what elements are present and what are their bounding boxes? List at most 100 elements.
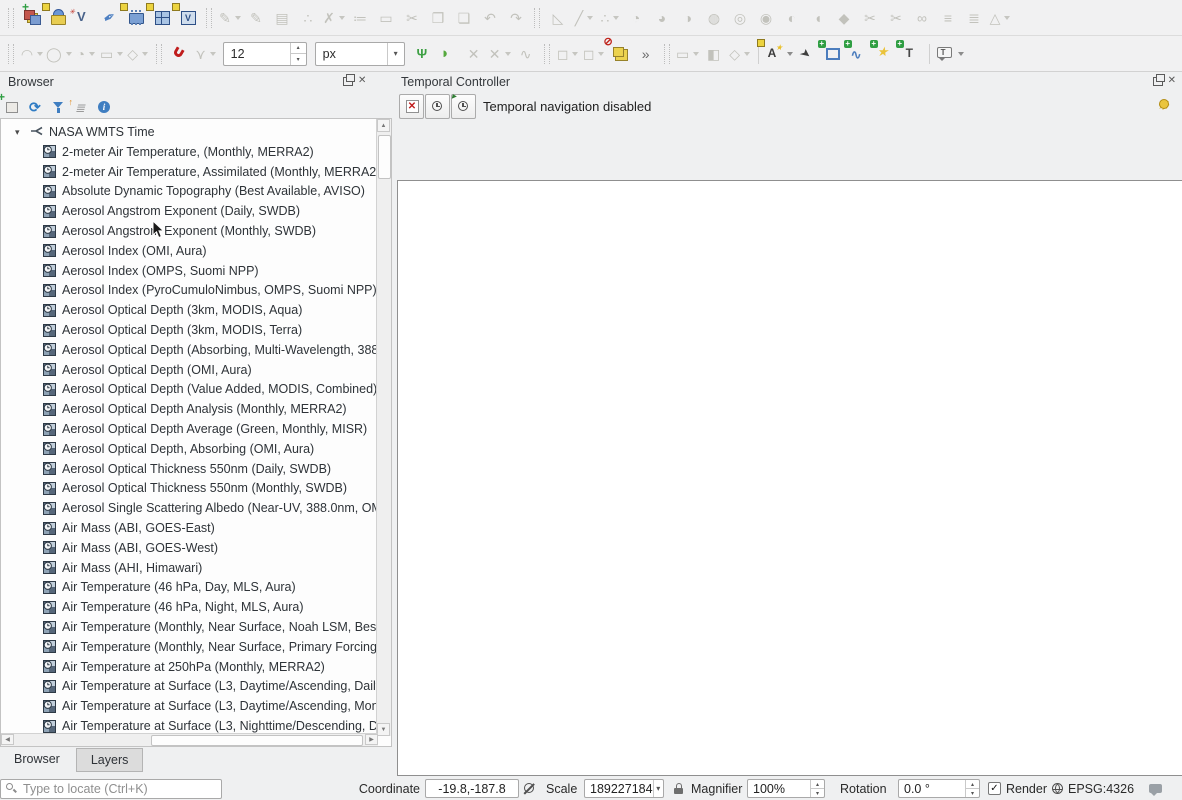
dropdown-caret-icon[interactable]	[37, 51, 44, 56]
tree-item-layer[interactable]: Aerosol Index (PyroCumuloNimbus, OMPS, S…	[1, 281, 379, 301]
toolbar-handle[interactable]	[663, 43, 670, 64]
dropdown-caret-icon[interactable]	[504, 51, 511, 56]
toolbar-handle[interactable]	[8, 7, 14, 28]
new-geopackage-layer-icon[interactable]	[98, 5, 122, 31]
split-features-icon[interactable]: ✂	[858, 5, 882, 31]
line-annotation-icon[interactable]	[843, 40, 871, 67]
fixed-range-temporal-navigation-button[interactable]	[425, 94, 450, 119]
show-properties-icon[interactable]	[96, 99, 114, 116]
merge-features-icon[interactable]: ∞	[910, 5, 934, 31]
split-parts-icon[interactable]: ✂	[884, 5, 908, 31]
enable-tracing-icon[interactable]	[410, 41, 434, 67]
new-shapefile-layer-icon[interactable]	[69, 5, 96, 31]
coordinate-input[interactable]: -19.8,-187.8	[425, 779, 519, 798]
tree-item-layer[interactable]: Aerosol Optical Thickness 550nm (Monthly…	[1, 479, 379, 499]
layer-diagram-icon[interactable]: ◧	[702, 41, 726, 67]
annotation-layer-icon[interactable]	[756, 39, 793, 67]
tree-item-layer[interactable]: 2-meter Air Temperature, Assimilated (Mo…	[1, 162, 379, 182]
close-panel-icon[interactable]: ✕	[1168, 76, 1176, 86]
dropdown-caret-icon[interactable]	[209, 51, 216, 56]
tree-item-layer[interactable]: Air Temperature (46 hPa, Day, MLS, Aura)	[1, 578, 379, 598]
dropdown-caret-icon[interactable]	[65, 51, 72, 56]
lock-scale-icon[interactable]	[671, 781, 686, 796]
dropdown-caret-icon[interactable]	[587, 15, 594, 20]
vertical-scroll-thumb[interactable]	[378, 135, 391, 179]
collapse-all-icon[interactable]	[69, 98, 91, 116]
tree-item-layer[interactable]: Air Mass (ABI, GOES-West)	[1, 538, 379, 558]
polygon-annotation-icon[interactable]	[817, 40, 845, 67]
add-ring-icon[interactable]: ◎	[728, 5, 752, 31]
select-by-form-icon[interactable]: ◻	[582, 41, 606, 67]
rotation-spinbox[interactable]: 0.0 ° ▴ ▾	[898, 779, 980, 798]
tree-item-layer[interactable]: Aerosol Single Scattering Albedo (Near-U…	[1, 498, 379, 518]
toolbar-handle[interactable]	[8, 43, 14, 64]
tree-item-layer[interactable]: Aerosol Index (OMI, Aura)	[1, 241, 379, 261]
enable-snapping-icon[interactable]	[168, 41, 192, 67]
map-canvas[interactable]	[397, 180, 1182, 776]
dropdown-caret-icon[interactable]	[117, 51, 124, 56]
layer-labeling-icon[interactable]: ▭	[676, 41, 700, 67]
stream-mode-icon[interactable]: ∿	[514, 41, 538, 67]
dropdown-caret-icon[interactable]	[572, 51, 579, 56]
filter-browser-icon[interactable]	[50, 99, 68, 116]
digitize-with-curve-icon[interactable]	[436, 41, 460, 67]
new-raster-layer-icon[interactable]	[146, 3, 174, 31]
float-panel-icon[interactable]	[343, 73, 355, 86]
text-annotation-at-point-icon[interactable]	[895, 40, 923, 67]
scroll-up-icon[interactable]: ▲	[377, 119, 390, 132]
spin-arrows[interactable]: ▴ ▾	[289, 42, 306, 65]
tree-item-layer[interactable]: Aerosol Optical Depth (Absorbing, Multi-…	[1, 340, 379, 360]
tree-item-layer[interactable]: Air Mass (AHI, Himawari)	[1, 558, 379, 578]
toolbar-handle[interactable]	[543, 43, 550, 64]
dropdown-caret-icon[interactable]	[598, 51, 605, 56]
select-features-icon[interactable]: ◻	[556, 41, 580, 67]
dropdown-caret-icon[interactable]	[786, 51, 793, 56]
stream-tolerance-icon[interactable]: ✕	[488, 41, 512, 67]
undo-icon[interactable]: ↶	[478, 5, 502, 31]
tree-item-layer[interactable]: Air Temperature (Monthly, Near Surface, …	[1, 637, 379, 657]
enable-advanced-digitizing-icon[interactable]: ◺	[546, 5, 570, 31]
snapping-unit-combobox[interactable]: px ▾	[314, 41, 405, 66]
tree-item-layer[interactable]: Air Temperature at Surface (L3, Daytime/…	[1, 677, 379, 697]
tree-item-layer[interactable]: Air Temperature (46 hPa, Night, MLS, Aur…	[1, 597, 379, 617]
snapping-tolerance-spinbox[interactable]: 12 ▴ ▾	[222, 41, 307, 66]
current-edits-icon[interactable]: ✎	[218, 5, 242, 31]
render-checkbox[interactable]: ✓	[988, 782, 1001, 795]
dropdown-caret-icon[interactable]	[88, 51, 95, 56]
spin-arrows[interactable]: ▴ ▾	[965, 780, 979, 797]
tree-item-layer[interactable]: Aerosol Optical Depth (Value Added, MODI…	[1, 380, 379, 400]
offset-curve-icon[interactable]: ◖	[806, 5, 830, 31]
scroll-down-icon[interactable]: ▼	[377, 723, 390, 736]
float-panel-icon[interactable]	[1152, 73, 1165, 86]
copy-features-icon[interactable]: ❐	[426, 5, 450, 31]
add-selected-layers-icon[interactable]	[0, 91, 22, 116]
toolbar-handle[interactable]	[206, 7, 212, 28]
new-virtual-layer-icon[interactable]	[120, 3, 148, 31]
redo-icon[interactable]: ↷	[504, 5, 528, 31]
dropdown-caret-icon[interactable]	[234, 15, 241, 20]
modify-annotations-icon[interactable]	[795, 41, 819, 67]
tree-item-layer[interactable]: Aerosol Optical Depth (3km, MODIS, Terra…	[1, 320, 379, 340]
toolbar-handle[interactable]	[534, 7, 540, 28]
horizontal-scrollbar[interactable]: ◀ ▶	[1, 733, 378, 746]
tree-item-layer[interactable]: Aerosol Angstrom Exponent (Daily, SWDB)	[1, 201, 379, 221]
dropdown-caret-icon[interactable]	[744, 51, 751, 56]
delete-selected-icon[interactable]: ▭	[374, 5, 398, 31]
tree-item-layer[interactable]: Air Temperature (Monthly, Near Surface, …	[1, 617, 379, 637]
scroll-right-icon[interactable]: ▶	[365, 734, 378, 745]
modify-attributes-icon[interactable]: ≔	[348, 5, 372, 31]
locator-search-input[interactable]: Type to locate (Ctrl+K)	[0, 779, 222, 799]
horizontal-scroll-thumb[interactable]	[151, 735, 363, 746]
cut-features-icon[interactable]: ✂	[400, 5, 424, 31]
crs-globe-icon[interactable]	[1050, 781, 1065, 796]
tree-item-layer[interactable]: Aerosol Optical Depth, Absorbing (OMI, A…	[1, 439, 379, 459]
add-wms-layer-icon[interactable]	[42, 3, 70, 31]
toggle-editing-icon[interactable]: ✎	[244, 5, 268, 31]
copy-move-feature-icon[interactable]: ◕	[650, 5, 674, 31]
collapse-expander-icon[interactable]: ▾	[15, 127, 25, 138]
tree-item-layer[interactable]: Aerosol Index (OMPS, Suomi NPP)	[1, 261, 379, 281]
cad-construction-icon[interactable]: ╱	[572, 5, 596, 31]
add-part-icon[interactable]: ◉	[754, 5, 778, 31]
digitize-ellipse-icon[interactable]: ◔	[74, 41, 98, 67]
scale-combobox[interactable]: 189227184 ▾	[584, 779, 664, 798]
